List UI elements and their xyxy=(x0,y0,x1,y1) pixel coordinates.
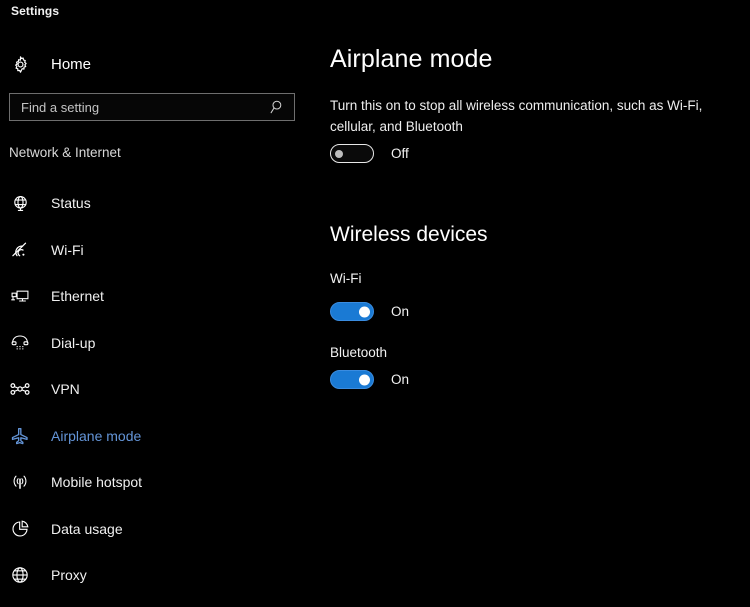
page-title: Airplane mode xyxy=(330,45,493,73)
sidebar-category-label: Network & Internet xyxy=(9,145,121,160)
toggle-knob xyxy=(359,306,370,317)
sidebar-item-label: Proxy xyxy=(51,567,87,584)
airplane-mode-toggle[interactable] xyxy=(330,144,374,163)
wifi-toggle-row: On xyxy=(330,302,409,321)
sidebar-item-label: Status xyxy=(51,195,91,212)
pie-chart-icon xyxy=(9,518,31,540)
sidebar-item-label: Ethernet xyxy=(51,288,104,305)
sidebar-nav-list: Status Wi-Fi Ethernet Dial-up VPN Airpla… xyxy=(0,180,310,599)
wireless-devices-heading: Wireless devices xyxy=(330,223,488,246)
search-input[interactable] xyxy=(10,94,260,120)
title-bar: Settings xyxy=(0,0,750,28)
bluetooth-toggle[interactable] xyxy=(330,370,374,389)
sidebar-item-status[interactable]: Status xyxy=(0,180,310,227)
sidebar: Home Network & Internet xyxy=(0,28,310,607)
globe-status-icon xyxy=(9,192,31,214)
sidebar-item-proxy[interactable]: Proxy xyxy=(0,552,310,599)
sidebar-item-wifi[interactable]: Wi-Fi xyxy=(0,227,310,274)
vpn-icon xyxy=(10,383,30,396)
sidebar-item-label: Dial-up xyxy=(51,334,96,351)
sidebar-item-data-usage[interactable]: Data usage xyxy=(0,506,310,553)
sidebar-item-home[interactable]: Home xyxy=(0,48,310,80)
bluetooth-toggle-row: On xyxy=(330,370,409,389)
sidebar-item-label: Mobile hotspot xyxy=(51,474,143,491)
main-content: Airplane mode Turn this on to stop all w… xyxy=(330,28,750,607)
sidebar-item-dialup[interactable]: Dial-up xyxy=(0,320,310,367)
hotspot-icon xyxy=(9,471,31,493)
sidebar-item-label: Airplane mode xyxy=(51,427,142,444)
bluetooth-device-label: Bluetooth xyxy=(330,345,388,360)
globe-icon xyxy=(9,564,31,586)
airplane-mode-toggle-row: Off xyxy=(330,144,409,163)
bluetooth-state-label: On xyxy=(391,372,410,387)
airplane-mode-state-label: Off xyxy=(391,146,409,161)
wifi-icon xyxy=(9,239,31,261)
telephone-icon xyxy=(9,332,31,354)
window-title: Settings xyxy=(11,4,60,18)
sidebar-item-airplane-mode[interactable]: Airplane mode xyxy=(0,413,310,460)
sidebar-item-ethernet[interactable]: Ethernet xyxy=(0,273,310,320)
sidebar-item-label: VPN xyxy=(51,381,80,398)
sidebar-item-mobile-hotspot[interactable]: Mobile hotspot xyxy=(0,459,310,506)
ethernet-icon xyxy=(9,285,31,307)
sidebar-item-label: Home xyxy=(51,55,92,73)
sidebar-item-label: Wi-Fi xyxy=(51,241,84,258)
wifi-state-label: On xyxy=(391,304,410,319)
wifi-device-label: Wi-Fi xyxy=(330,271,362,286)
wifi-toggle[interactable] xyxy=(330,302,374,321)
toggle-knob xyxy=(359,374,370,385)
sidebar-item-label: Data usage xyxy=(51,520,123,537)
search-box[interactable] xyxy=(9,93,295,121)
settings-window: Settings Home Network & Internet xyxy=(0,0,750,607)
sidebar-item-vpn[interactable]: VPN xyxy=(0,366,310,413)
toggle-knob xyxy=(335,149,343,158)
gear-icon xyxy=(9,53,31,75)
airplane-icon xyxy=(9,425,31,447)
page-description: Turn this on to stop all wireless commun… xyxy=(330,98,703,134)
search-icon[interactable] xyxy=(269,98,287,116)
